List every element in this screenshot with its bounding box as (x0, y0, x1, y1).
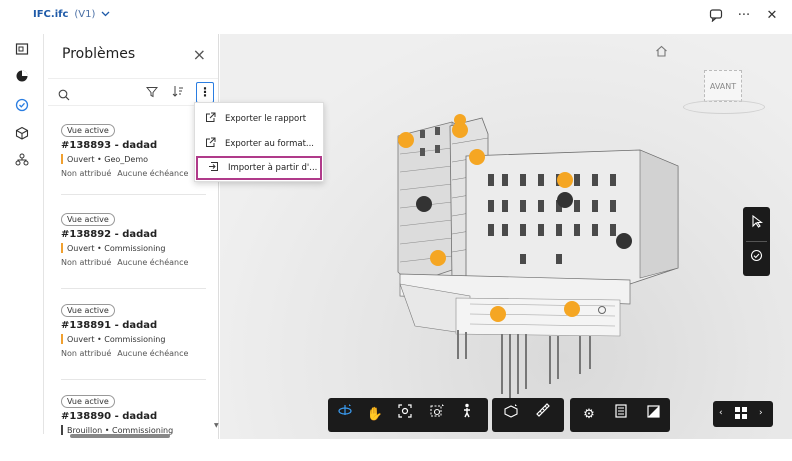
left-rail (0, 34, 44, 434)
file-selector[interactable]: IFC.ifc (V1) (33, 9, 110, 20)
status-badge: Vue active (61, 213, 115, 226)
export-icon (205, 137, 217, 151)
search-icon[interactable] (58, 86, 70, 101)
section-icon[interactable] (498, 398, 524, 432)
select-icon[interactable] (743, 209, 770, 239)
issue-assignee: Non attribué (61, 349, 112, 358)
issue-status-text: Ouvert • Commissioning (67, 334, 166, 344)
view-pager: ‹ › (713, 401, 773, 427)
file-name: IFC.ifc (33, 9, 69, 20)
measure-icon[interactable] (530, 398, 556, 432)
export-icon (205, 112, 217, 126)
issue-due: Aucune échéance (117, 169, 189, 178)
properties-icon[interactable] (608, 398, 634, 432)
issue-status-text: Ouvert • Commissioning (67, 243, 166, 253)
status-color-bar (61, 154, 63, 164)
layers-icon[interactable] (14, 69, 30, 85)
orbit-icon[interactable] (332, 398, 358, 432)
model-icon[interactable] (14, 126, 30, 142)
close-icon[interactable]: ✕ (764, 8, 780, 24)
fit-icon[interactable] (392, 398, 418, 432)
issue-id: #138893 - dadad (61, 140, 158, 151)
settings-icon[interactable]: ⚙ (576, 398, 602, 432)
divider (61, 194, 206, 195)
file-version: (V1) (74, 9, 96, 20)
list-item[interactable]: Vue active #138891 - dadad Ouvert • Comm… (61, 298, 206, 358)
menu-item-label: Exporter le rapport (225, 114, 307, 124)
issue-add-icon[interactable] (743, 243, 770, 273)
issue-status-text: Ouvert • Geo_Demo (67, 154, 149, 164)
issue-meta: Non attribué Aucune échéance (61, 169, 206, 178)
sort-icon[interactable] (172, 85, 184, 100)
panel-close-button[interactable]: × (193, 45, 206, 64)
building-model (397, 114, 679, 399)
chevron-left-icon[interactable]: ‹ (719, 408, 723, 418)
divider (61, 288, 206, 289)
issues-icon[interactable] (14, 98, 30, 114)
issue-due: Aucune échéance (117, 349, 189, 358)
issue-due: Aucune échéance (117, 258, 189, 267)
scrollbar-thumb[interactable] (70, 434, 170, 438)
horizontal-scrollbar[interactable] (62, 433, 202, 439)
views-icon[interactable] (14, 42, 30, 58)
menu-item-export-report[interactable]: Exporter le rapport (195, 107, 323, 131)
menu-item-import[interactable]: Importer à partir d'... (196, 156, 322, 180)
chevron-right-icon[interactable]: › (759, 408, 763, 418)
more-icon[interactable]: ··· (736, 8, 752, 24)
issue-meta: Non attribué Aucune échéance (61, 349, 206, 358)
issues-panel: Problèmes × ⋮ Vue active #138893 - dadad… (48, 34, 219, 439)
more-options-menu: Exporter le rapport Exporter au format..… (194, 102, 324, 182)
divider (746, 241, 767, 242)
issue-assignee: Non attribué (61, 169, 112, 178)
divider (61, 379, 206, 380)
issue-meta: Non attribué Aucune échéance (61, 258, 206, 267)
menu-item-label: Exporter au format... (225, 139, 315, 149)
status-badge: Vue active (61, 395, 115, 408)
import-icon (208, 161, 220, 175)
chevron-down-icon (101, 9, 110, 20)
menu-item-export-format[interactable]: Exporter au format... (195, 132, 323, 156)
scroll-down-icon[interactable]: ▼ (214, 422, 219, 429)
issue-id: #138890 - dadad (61, 411, 158, 422)
panel-title: Problèmes (62, 46, 136, 62)
list-item[interactable]: Vue active #138890 - dadad Brouillon • C… (61, 389, 206, 435)
side-toolbar (743, 207, 770, 276)
tree-icon[interactable] (14, 153, 30, 169)
issue-id: #138891 - dadad (61, 320, 158, 331)
settings-toolbar: ⚙ (570, 398, 670, 432)
issue-status: Ouvert • Commissioning (61, 243, 206, 253)
issue-status: Ouvert • Geo_Demo (61, 154, 206, 164)
top-bar: IFC.ifc (V1) ··· ✕ (0, 0, 792, 34)
zoom-window-icon[interactable] (424, 398, 450, 432)
chat-icon[interactable] (708, 8, 724, 24)
status-color-bar (61, 243, 63, 253)
app-root: IFC.ifc (V1) ··· ✕ Problèmes × ⋮ Vue act… (0, 0, 792, 461)
list-item[interactable]: Vue active #138893 - dadad Ouvert • Geo_… (61, 118, 206, 178)
list-item[interactable]: Vue active #138892 - dadad Ouvert • Comm… (61, 207, 206, 267)
grid-icon[interactable] (734, 406, 748, 423)
status-badge: Vue active (61, 124, 115, 137)
more-options-button[interactable]: ⋮ (196, 82, 214, 103)
filter-icon[interactable] (145, 86, 159, 101)
fullscreen-icon[interactable] (640, 398, 666, 432)
navigation-toolbar: ✋ (328, 398, 488, 432)
model-viewer[interactable]: AVANT ✋ ⚙ ‹ › (220, 34, 792, 439)
menu-item-label: Importer à partir d'... (228, 163, 318, 173)
issue-id: #138892 - dadad (61, 229, 158, 240)
issue-assignee: Non attribué (61, 258, 112, 267)
status-badge: Vue active (61, 304, 115, 317)
walk-icon[interactable] (454, 398, 480, 432)
status-color-bar (61, 334, 63, 344)
analysis-toolbar (492, 398, 564, 432)
pan-icon[interactable]: ✋ (362, 398, 388, 432)
issue-status: Ouvert • Commissioning (61, 334, 206, 344)
